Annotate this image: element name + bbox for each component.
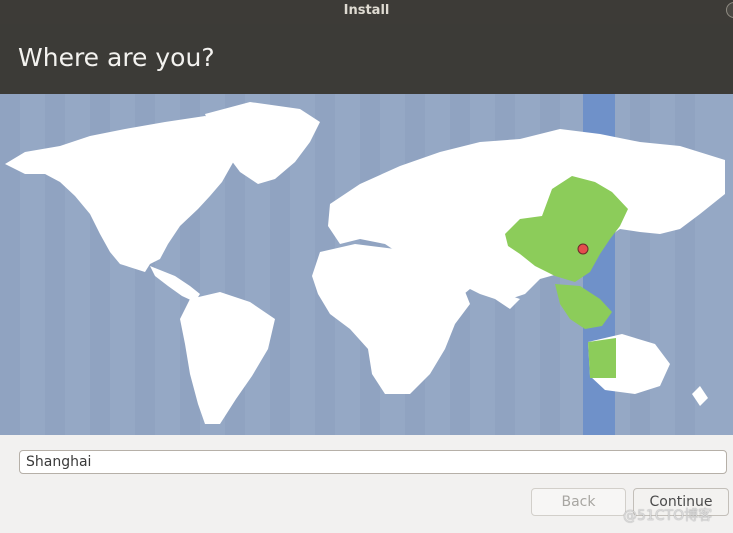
world-map-graphic: [0, 94, 733, 435]
location-input[interactable]: Shanghai: [19, 450, 727, 474]
location-pin-icon: [577, 243, 589, 255]
australia-highlight: [588, 338, 616, 378]
window-title: Install: [343, 3, 390, 18]
back-button[interactable]: Back: [531, 488, 626, 516]
timezone-map[interactable]: [0, 94, 733, 435]
watermark-text: @51CTO博客: [623, 508, 713, 524]
window-titlebar: Install: [0, 0, 733, 24]
page-title: Where are you?: [18, 43, 215, 72]
